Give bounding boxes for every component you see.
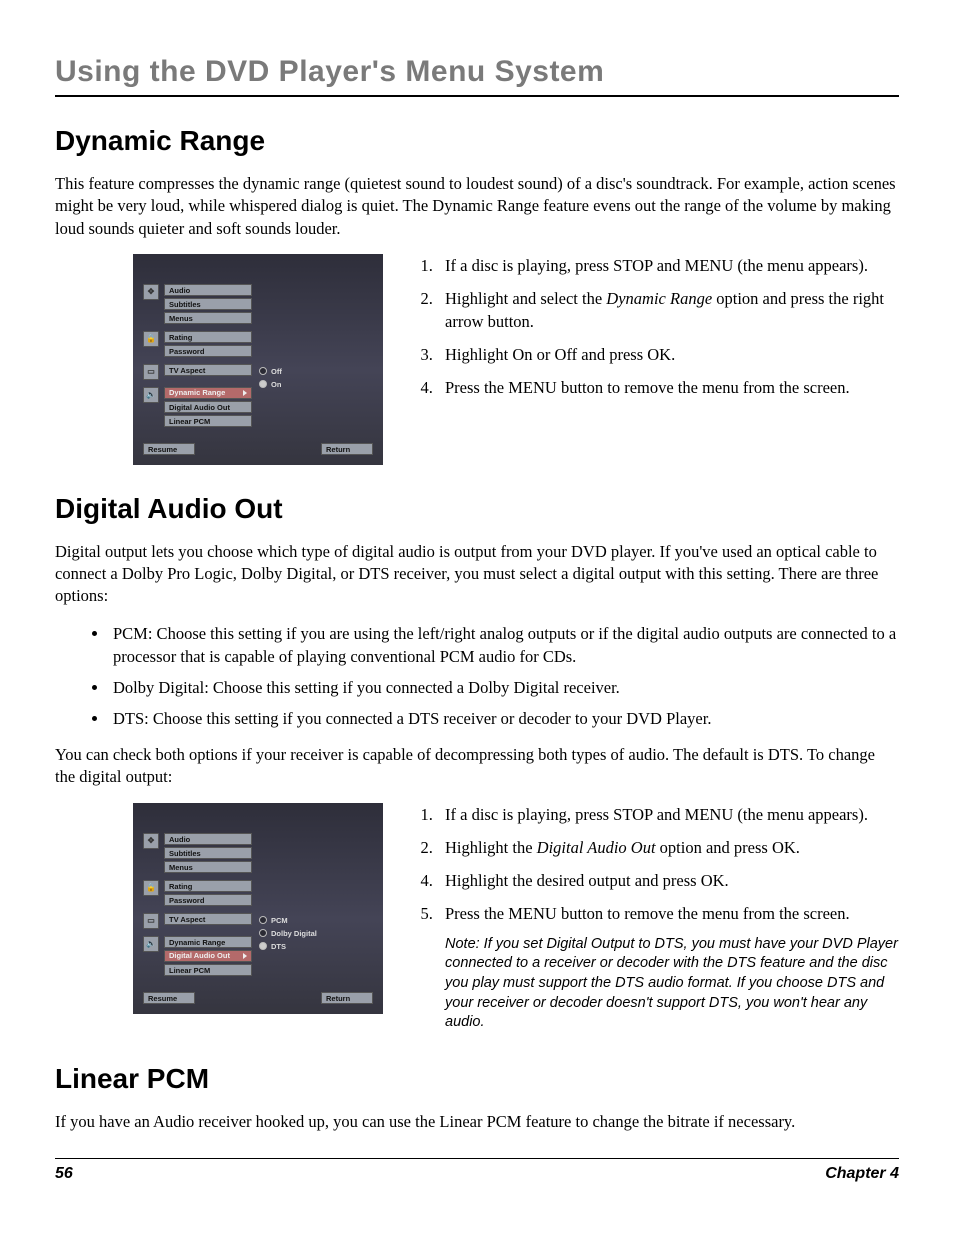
intro-dynamic-range: This feature compresses the dynamic rang…: [55, 173, 899, 240]
menu-item: Audio: [164, 284, 252, 296]
menu-item: Digital Audio Out: [164, 401, 252, 413]
running-head: Using the DVD Player's Menu System: [55, 55, 899, 89]
nav-icon: ✥: [143, 284, 159, 300]
menu-item-highlight: Dynamic Range: [164, 387, 252, 399]
step: Highlight On or Off and press OK.: [437, 343, 899, 366]
page-number: 56: [55, 1165, 73, 1183]
nav-icon: ✥: [143, 833, 159, 849]
bullet: DTS: Choose this setting if you connecte…: [109, 707, 899, 730]
figure-digital-audio-out: ✥ Audio Subtitles Menus 🔒 Rating Passwor…: [133, 803, 383, 1014]
menu-item-highlight: Digital Audio Out: [164, 950, 252, 962]
resume-button: Resume: [143, 992, 195, 1004]
menu-item: Subtitles: [164, 847, 252, 859]
tv-icon: ▭: [143, 364, 159, 380]
figure-dynamic-range: ✥ Audio Subtitles Menus 🔒 Rating Passwor…: [133, 254, 383, 465]
lock-icon: 🔒: [143, 331, 159, 347]
menu-item: Password: [164, 345, 252, 357]
tv-icon: ▭: [143, 913, 159, 929]
menu-item: Linear PCM: [164, 415, 252, 427]
return-button: Return: [321, 443, 373, 455]
bullet: Dolby Digital: Choose this setting if yo…: [109, 676, 899, 699]
chapter-label: Chapter 4: [825, 1165, 899, 1183]
heading-dynamic-range: Dynamic Range: [55, 125, 899, 157]
intro-linear-pcm: If you have an Audio receiver hooked up,…: [55, 1111, 899, 1133]
resume-button: Resume: [143, 443, 195, 455]
heading-linear-pcm: Linear PCM: [55, 1063, 899, 1095]
heading-digital-audio-out: Digital Audio Out: [55, 493, 899, 525]
rule-top: [55, 95, 899, 97]
speaker-icon: 🔈: [143, 936, 159, 952]
submenu-option: PCM: [271, 916, 288, 925]
menu-item: Dynamic Range: [164, 936, 252, 948]
lock-icon: 🔒: [143, 880, 159, 896]
menu-item: Menus: [164, 861, 252, 873]
intro-digital-audio-out: Digital output lets you choose which typ…: [55, 541, 899, 608]
rule-footer: [55, 1158, 899, 1159]
step: Press the MENU button to remove the menu…: [437, 376, 899, 399]
menu-item: Menus: [164, 312, 252, 324]
menu-item: Password: [164, 894, 252, 906]
bullets-digital-audio-out: PCM: Choose this setting if you are usin…: [55, 622, 899, 730]
menu-item: TV Aspect: [164, 913, 252, 925]
menu-item: Subtitles: [164, 298, 252, 310]
submenu-option: Off: [271, 367, 282, 376]
speaker-icon: 🔈: [143, 387, 159, 403]
return-button: Return: [321, 992, 373, 1004]
step: Highlight and select the Dynamic Range o…: [437, 287, 899, 333]
step: Highlight the Digital Audio Out option a…: [437, 836, 899, 859]
after-bullets: You can check both options if your recei…: [55, 744, 899, 789]
step: If a disc is playing, press STOP and MEN…: [437, 254, 899, 277]
menu-item: Linear PCM: [164, 964, 252, 976]
menu-item: Rating: [164, 331, 252, 343]
step: Highlight the desired output and press O…: [437, 869, 899, 892]
bullet: PCM: Choose this setting if you are usin…: [109, 622, 899, 668]
menu-item: TV Aspect: [164, 364, 252, 376]
steps-dynamic-range: If a disc is playing, press STOP and MEN…: [407, 254, 899, 399]
steps-digital-audio-out: If a disc is playing, press STOP and MEN…: [407, 803, 899, 925]
note-dts: Note: If you set Digital Output to DTS, …: [445, 935, 899, 1033]
step: If a disc is playing, press STOP and MEN…: [437, 803, 899, 826]
step: Press the MENU button to remove the menu…: [437, 902, 899, 925]
menu-item: Audio: [164, 833, 252, 845]
menu-item: Rating: [164, 880, 252, 892]
